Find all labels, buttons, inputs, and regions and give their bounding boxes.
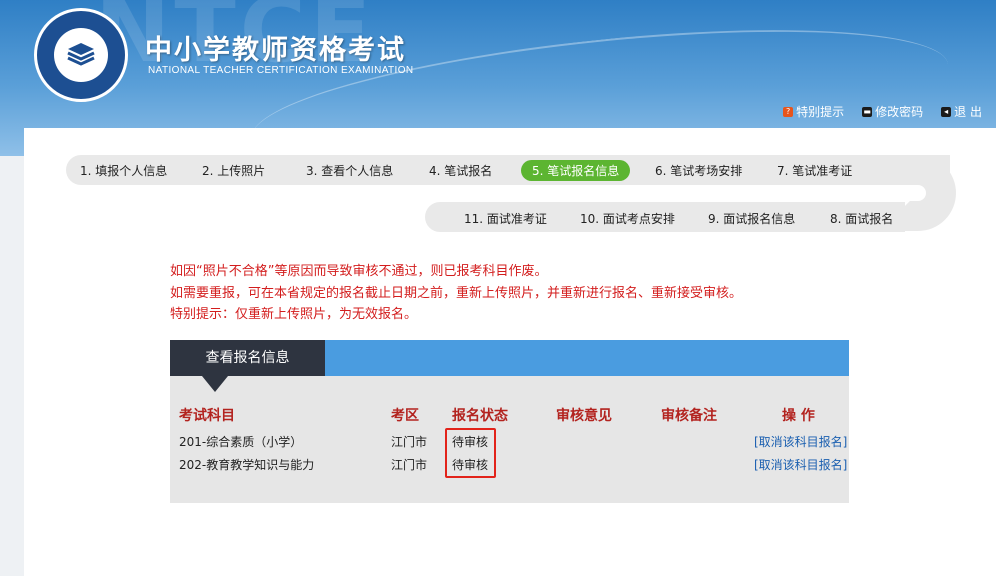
notice-line-1: 如因“照片不合格”等原因而导致审核不通过，则已报考科目作废。 xyxy=(170,264,548,279)
col-header-remark: 审核备注 xyxy=(661,408,717,424)
step-9[interactable]: 9. 面试报名信息 xyxy=(708,210,795,227)
row-2-area: 江门市 xyxy=(391,458,428,472)
site-title: 中小学教师资格考试 xyxy=(145,35,406,66)
step-4[interactable]: 4. 笔试报名 xyxy=(429,162,492,179)
logout-label: 退 出 xyxy=(954,105,982,119)
notice-line-3: 特别提示：仅重新上传照片，为无效报名。 xyxy=(170,307,418,322)
change-password-label: 修改密码 xyxy=(875,105,924,119)
col-header-action: 操 作 xyxy=(782,408,815,424)
site-subtitle: NATIONAL TEACHER CERTIFICATION EXAMINATI… xyxy=(148,65,414,76)
row-1-area: 江门市 xyxy=(391,435,428,449)
row-1-subject: 201-综合素质（小学） xyxy=(179,435,303,449)
col-header-status: 报名状态 xyxy=(452,408,508,424)
step-7[interactable]: 7. 笔试准考证 xyxy=(777,162,852,179)
step-11[interactable]: 11. 面试准考证 xyxy=(464,210,547,227)
step-3[interactable]: 3. 查看个人信息 xyxy=(306,162,393,179)
special-notice-link[interactable]: ? 特别提示 xyxy=(783,103,844,120)
special-notice-label: 特别提示 xyxy=(796,105,845,119)
book-icon xyxy=(67,43,95,66)
step-2[interactable]: 2. 上传照片 xyxy=(202,162,265,179)
header-links: ? 特别提示 ▬ 修改密码 ◂ 退 出 xyxy=(783,103,982,120)
step-8[interactable]: 8. 面试报名 xyxy=(830,210,893,227)
tab-pointer xyxy=(202,376,228,392)
key-icon: ▬ xyxy=(862,106,873,117)
step-1[interactable]: 1. 填报个人信息 xyxy=(80,162,167,179)
change-password-link[interactable]: ▬ 修改密码 xyxy=(862,103,923,120)
row-2-cancel-link[interactable]: [取消该科目报名] xyxy=(754,456,847,473)
info-icon: ? xyxy=(783,106,794,117)
col-header-subject: 考试科目 xyxy=(179,408,235,424)
notice-line-2: 如需要重报，可在本省规定的报名截止日期之前，重新上传照片，并重新进行报名、重新接… xyxy=(170,286,743,301)
step-5-active[interactable]: 5. 笔试报名信息 xyxy=(521,160,631,181)
row-1-cancel-link[interactable]: [取消该科目报名] xyxy=(754,433,847,450)
logout-icon: ◂ xyxy=(941,106,952,117)
tab-view-registration[interactable]: 查看报名信息 xyxy=(170,340,325,376)
col-header-opinion: 审核意见 xyxy=(556,408,612,424)
registration-info-card: 查看报名信息 xyxy=(170,340,849,503)
logout-link[interactable]: ◂ 退 出 xyxy=(941,103,982,120)
row-2-subject: 202-教育教学知识与能力 xyxy=(179,458,315,472)
ntce-logo xyxy=(34,8,128,102)
status-highlight-box xyxy=(445,428,496,478)
step-6[interactable]: 6. 笔试考场安排 xyxy=(655,162,742,179)
step-10[interactable]: 10. 面试考点安排 xyxy=(580,210,675,227)
col-header-area: 考区 xyxy=(391,408,419,424)
